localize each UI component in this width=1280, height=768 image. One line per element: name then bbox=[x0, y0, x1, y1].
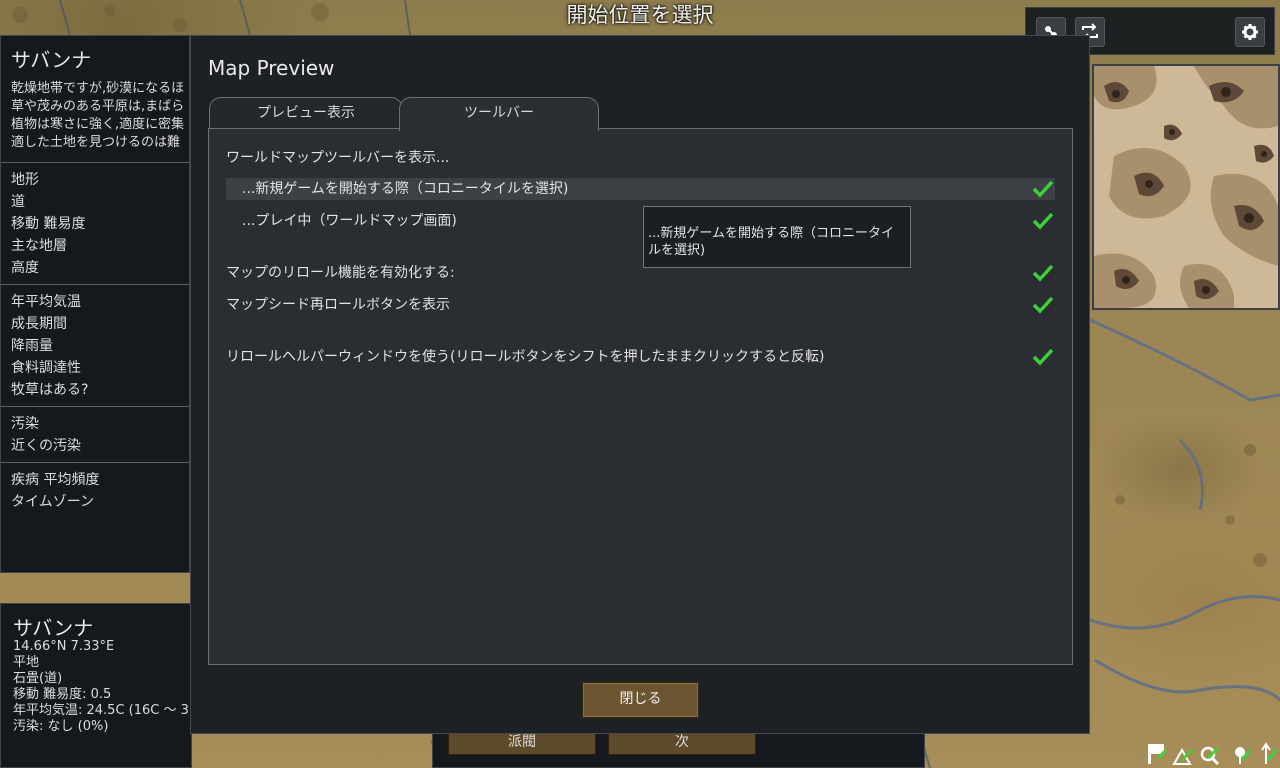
settings-button[interactable] bbox=[1235, 17, 1265, 47]
stat-grazing: 牧草はある? bbox=[11, 382, 89, 398]
checkmark-icon[interactable] bbox=[1031, 262, 1055, 284]
back-button[interactable]: 派閥 bbox=[448, 731, 596, 755]
description-line: 適した土地を見つけるのは難 bbox=[11, 135, 181, 150]
stat-avg-temperature: 年平均気温 bbox=[11, 294, 81, 310]
stat-road: 道 bbox=[11, 194, 25, 210]
toolbar-settings-panel: ワールドマップツールバーを表示... ...新規ゲームを開始する際（コロニータイ… bbox=[208, 128, 1073, 665]
inspect-terrain: 平地 bbox=[13, 655, 40, 670]
option-label: マップのリロール機能を有効化する: bbox=[226, 265, 455, 281]
checkmark-icon[interactable] bbox=[1031, 178, 1055, 200]
flag-icon bbox=[1148, 744, 1168, 764]
option-label: リロールヘルパーウィンドウを使う(リロールボタンをシフトを押したままクリックする… bbox=[226, 349, 825, 365]
option-show-seed-reroll[interactable]: マップシード再ロールボタンを表示 bbox=[226, 294, 1055, 316]
inspect-road: 石畳(道) bbox=[13, 671, 63, 686]
biome-description: 乾燥地帯ですが,砂漠になるほ 草や茂みのある平原は,まばら 植物は寒さに強く,適… bbox=[11, 80, 189, 152]
gear-icon bbox=[1242, 24, 1258, 40]
settings-heading: ワールドマップツールバーを表示... bbox=[226, 150, 450, 166]
climate-stats-group: 年平均気温 成長期間 降雨量 食料調達性 牧草はある? bbox=[1, 284, 189, 401]
dialog-title: Map Preview bbox=[208, 56, 335, 80]
mountain-icon bbox=[1172, 747, 1194, 765]
overlay-toggles[interactable] bbox=[1142, 738, 1280, 768]
biome-title: サバンナ bbox=[11, 48, 92, 72]
inspect-temperature: 年平均気温: 24.5C (16C ～ 3 bbox=[13, 703, 189, 718]
inspect-title: サバンナ bbox=[13, 616, 94, 640]
map-overlay-controls bbox=[1142, 701, 1280, 768]
inspect-movement: 移動 難易度: 0.5 bbox=[13, 687, 112, 702]
magnifier-icon bbox=[1200, 746, 1220, 766]
checkmark-icon[interactable] bbox=[1031, 210, 1055, 232]
stat-growing-period: 成長期間 bbox=[11, 316, 67, 332]
option-label: ...新規ゲームを開始する際（コロニータイルを選択) bbox=[242, 181, 569, 197]
option-reroll-helper-window[interactable]: リロールヘルパーウィンドウを使う(リロールボタンをシフトを押したままクリックする… bbox=[226, 346, 1055, 368]
screen-title: 開始位置を選択 bbox=[566, 3, 714, 27]
compass-icon bbox=[1261, 742, 1278, 764]
stat-terrain: 地形 bbox=[11, 172, 39, 188]
checkmark-icon[interactable] bbox=[1031, 346, 1055, 368]
inspect-coordinates: 14.66°N 7.33°E bbox=[13, 639, 115, 654]
tab-preview[interactable]: プレビュー表示 bbox=[209, 97, 403, 130]
next-button[interactable]: 次 bbox=[608, 731, 756, 755]
tile-inspect-panel: サバンナ 14.66°N 7.33°E 平地 石畳(道) 移動 難易度: 0.5… bbox=[0, 603, 192, 768]
stat-time-zone: タイムゾーン bbox=[11, 494, 95, 510]
terrain-stats-group: 地形 道 移動 難易度 主な地層 高度 bbox=[1, 162, 189, 279]
stat-rainfall: 降雨量 bbox=[11, 338, 53, 354]
stat-forageability: 食料調達性 bbox=[11, 360, 81, 376]
biome-info-panel: サバンナ 乾燥地帯ですが,砂漠になるほ 草や茂みのある平原は,まばら 植物は寒さ… bbox=[0, 35, 190, 573]
stat-movement-difficulty: 移動 難易度 bbox=[11, 216, 86, 232]
stat-nearby-pollution: 近くの汚染 bbox=[11, 438, 81, 454]
option-tooltip: ...新規ゲームを開始する際（コロニータイルを選択) bbox=[643, 206, 911, 268]
terrain-preview-image bbox=[1094, 66, 1278, 308]
misc-stats-group: 疾病 平均頻度 タイムゾーン bbox=[1, 462, 189, 513]
checkmark-icon[interactable] bbox=[1031, 294, 1055, 316]
close-button[interactable]: 閉じる bbox=[581, 681, 700, 719]
pin-icon bbox=[1235, 747, 1252, 764]
inspect-details: 14.66°N 7.33°E 平地 石畳(道) 移動 難易度: 0.5 年平均気… bbox=[13, 639, 189, 735]
inspect-pollution: 汚染: なし (0%) bbox=[13, 719, 109, 734]
stat-disease-frequency: 疾病 平均頻度 bbox=[11, 472, 100, 488]
description-line: 草や茂みのある平原は,まばら bbox=[11, 99, 185, 114]
option-playing-toolbar[interactable]: ...プレイ中（ワールドマップ画面) bbox=[226, 210, 1055, 232]
stat-stone-types: 主な地層 bbox=[11, 238, 67, 254]
option-enable-reroll[interactable]: マップのリロール機能を有効化する: bbox=[226, 262, 1055, 284]
stat-pollution: 汚染 bbox=[11, 416, 39, 432]
option-label: マップシード再ロールボタンを表示 bbox=[226, 297, 450, 313]
description-line: 乾燥地帯ですが,砂漠になるほ bbox=[11, 81, 185, 96]
stat-elevation: 高度 bbox=[11, 260, 39, 276]
tab-toolbar[interactable]: ツールバー bbox=[399, 97, 599, 131]
option-new-game-toolbar[interactable]: ...新規ゲームを開始する際（コロニータイルを選択) bbox=[226, 178, 1055, 200]
map-preview-thumbnail[interactable] bbox=[1092, 64, 1280, 310]
description-line: 植物は寒さに強く,適度に密集 bbox=[11, 117, 185, 132]
page-navigation: 派閥 次 bbox=[432, 730, 925, 768]
map-preview-dialog: Map Preview プレビュー表示 ツールバー ワールドマップツールバーを表… bbox=[190, 35, 1090, 734]
pollution-stats-group: 汚染 近くの汚染 bbox=[1, 406, 189, 457]
option-label: ...プレイ中（ワールドマップ画面) bbox=[242, 213, 457, 229]
